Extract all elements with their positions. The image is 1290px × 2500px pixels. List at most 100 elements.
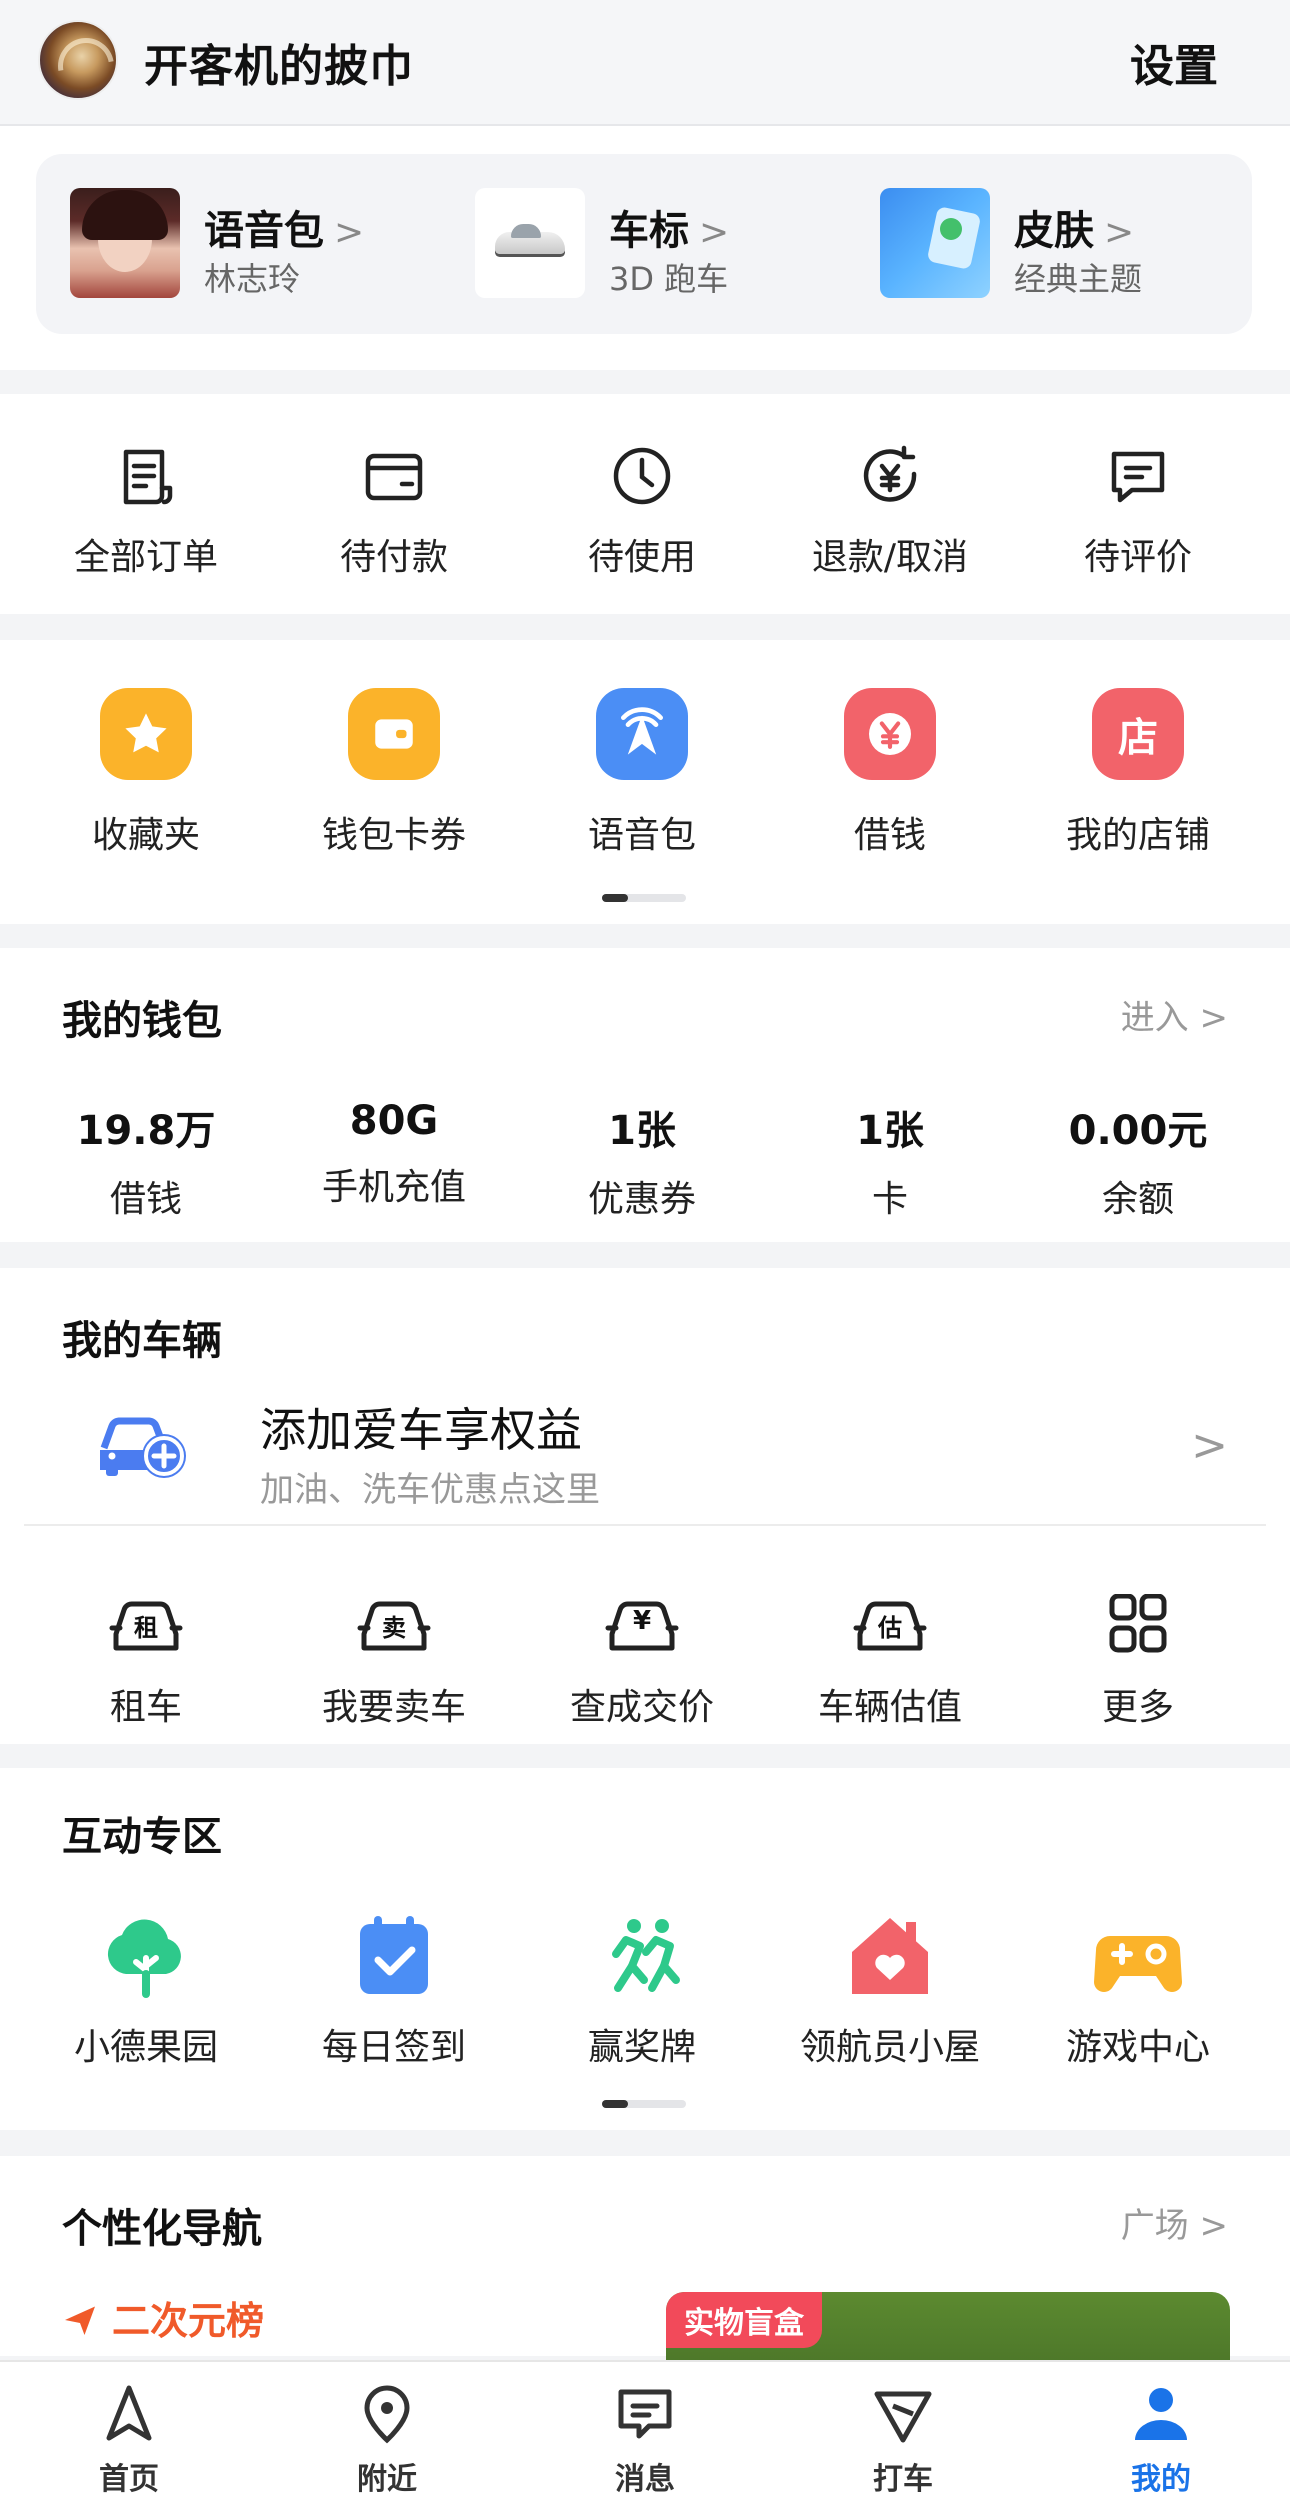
more-label: 更多 [1101, 1687, 1174, 1728]
wallet-card-label: 卡 [871, 1179, 908, 1220]
add-car-icon [94, 1404, 194, 1484]
favorites-label: 收藏夹 [91, 815, 200, 856]
daily-checkin-button[interactable]: 每日签到 [270, 1914, 518, 2070]
wallet-title: 我的钱包 [62, 998, 222, 1044]
tab-nearby[interactable]: 附近 [258, 2362, 516, 2500]
sell-car-button[interactable]: 卖 我要卖车 [270, 1594, 518, 1730]
order-unused-button[interactable]: 待使用 [518, 444, 766, 580]
wallet-topup-value: 80G [349, 1098, 439, 1144]
wallet-topup-item[interactable]: 80G 手机充值 [270, 1098, 518, 1222]
my-store-button[interactable]: 店 我的店铺 [1014, 688, 1262, 858]
wallet-coupon-item[interactable]: 1张 优惠券 [518, 1098, 766, 1222]
wallet-enter-link[interactable]: 进入 > [1121, 990, 1228, 1039]
anime-ranking-label: 二次元榜 [112, 2299, 265, 2343]
car-logo-title: 车标 [609, 208, 689, 254]
avatar[interactable] [38, 20, 118, 100]
wallet-card-value: 1张 [856, 1108, 924, 1154]
favorites-button[interactable]: 收藏夹 [22, 688, 270, 858]
chevron-right-icon: > [1199, 2206, 1229, 2246]
plaza-link[interactable]: 广场 > [1121, 2198, 1228, 2247]
plaza-label: 广场 [1120, 2206, 1189, 2246]
add-car-banner[interactable]: 添加爱车享权益 加油、洗车优惠点这里 > [24, 1376, 1266, 1526]
tab-messages[interactable]: 消息 [516, 2362, 774, 2500]
voice-pack-title: 语音包 [204, 208, 324, 254]
rent-car-glyph: 租 [134, 1614, 158, 1642]
vehicle-title: 我的车辆 [62, 1318, 222, 1364]
valuation-car-icon: 估 [852, 1594, 928, 1658]
add-car-title: 添加爱车享权益 [260, 1403, 582, 1457]
anime-ranking-entry[interactable]: 二次元榜 [62, 2290, 264, 2345]
add-car-subtitle: 加油、洗车优惠点这里 [260, 1470, 600, 1510]
personalization-card: 语音包 > 林志玲 车标 > 3D 跑车 皮肤 > 经典主题 [36, 154, 1252, 334]
car-logo-thumbnail [475, 188, 585, 298]
refund-icon [858, 444, 922, 508]
game-center-button[interactable]: 游戏中心 [1014, 1914, 1262, 2070]
location-pin-icon [355, 2382, 419, 2446]
wallet-loan-label: 借钱 [109, 1179, 182, 1220]
gamepad-icon [1090, 1914, 1186, 1998]
check-price-label: 查成交价 [569, 1687, 714, 1728]
voice-icon [596, 688, 688, 780]
tab-taxi[interactable]: 打车 [774, 2362, 1032, 2500]
win-medals-button[interactable]: 赢奖牌 [518, 1914, 766, 2070]
wallet-coupons-button[interactable]: 钱包卡券 [270, 688, 518, 858]
bottom-tab-bar: 首页 附近 消息 打车 我的 [0, 2360, 1290, 2500]
message-icon [613, 2382, 677, 2446]
tab-home[interactable]: 首页 [0, 2362, 258, 2500]
order-unpaid-button[interactable]: 待付款 [270, 444, 518, 580]
win-medals-label: 赢奖牌 [587, 2027, 696, 2068]
order-refund-button[interactable]: 退款/取消 [766, 444, 1014, 580]
sell-car-icon: 卖 [356, 1594, 432, 1658]
wallet-icon [348, 688, 440, 780]
skin-entry[interactable]: 皮肤 > 经典主题 [846, 188, 1246, 300]
calendar-check-icon [346, 1914, 442, 1998]
car-valuation-button[interactable]: 估 车辆估值 [766, 1594, 1014, 1730]
comment-icon [1106, 444, 1170, 508]
wallet-loan-value: 19.8万 [76, 1108, 216, 1154]
wallet-enter-label: 进入 [1120, 998, 1189, 1038]
order-all-button[interactable]: 全部订单 [22, 444, 270, 580]
order-refund-label: 退款/取消 [811, 537, 969, 578]
settings-button[interactable]: 设置 [1130, 30, 1218, 94]
wallet-balance-item[interactable]: 0.00元 余额 [1014, 1098, 1262, 1222]
rent-car-icon: 租 [108, 1594, 184, 1658]
check-price-button[interactable]: ¥ 查成交价 [518, 1594, 766, 1730]
borrow-money-label: 借钱 [853, 815, 926, 856]
voice-pack-button[interactable]: 语音包 [518, 688, 766, 858]
wallet-topup-label: 手机充值 [321, 1167, 466, 1208]
orders-section: 全部订单 待付款 待使用 退款/取消 待评价 [0, 394, 1290, 614]
more-button[interactable]: 更多 [1014, 1593, 1262, 1730]
orchard-button[interactable]: 小德果园 [22, 1914, 270, 2070]
rent-car-button[interactable]: 租 租车 [22, 1594, 270, 1730]
store-icon: 店 [1092, 688, 1184, 780]
borrow-money-button[interactable]: 借钱 [766, 688, 1014, 858]
interaction-title: 互动专区 [62, 1814, 222, 1860]
chevron-right-icon: > [1199, 998, 1229, 1038]
car-logo-entry[interactable]: 车标 > 3D 跑车 [441, 188, 841, 300]
send-arrow-icon [65, 2306, 95, 2335]
voice-pack-entry[interactable]: 语音包 > 林志玲 [36, 188, 436, 300]
personalized-nav-title: 个性化导航 [62, 2206, 262, 2252]
order-review-button[interactable]: 待评价 [1014, 444, 1262, 580]
skin-subtitle: 经典主题 [1014, 260, 1143, 298]
sell-car-glyph: 卖 [382, 1614, 406, 1642]
page-indicator [602, 2100, 686, 2108]
wallet-loan-item[interactable]: 19.8万 借钱 [22, 1098, 270, 1222]
my-store-label: 我的店铺 [1065, 815, 1210, 856]
username[interactable]: 开客机的披巾 [144, 30, 414, 94]
tab-home-label: 首页 [99, 2462, 159, 2497]
services-section: 收藏夹 钱包卡券 语音包 借钱 店 我的店铺 [0, 640, 1290, 924]
sell-car-label: 我要卖车 [321, 1687, 466, 1728]
chevron-right-icon: > [1191, 1420, 1228, 1471]
order-all-label: 全部订单 [73, 537, 218, 578]
tree-icon [98, 1914, 194, 1998]
navigator-house-button[interactable]: 领航员小屋 [766, 1914, 1014, 2070]
tab-mine[interactable]: 我的 [1032, 2362, 1290, 2500]
wallet-coupons-label: 钱包卡券 [321, 815, 466, 856]
skin-title: 皮肤 [1014, 208, 1094, 254]
skin-thumbnail [880, 188, 990, 298]
tab-mine-label: 我的 [1131, 2462, 1191, 2497]
price-car-icon: ¥ [604, 1594, 680, 1658]
taxi-flag-icon [871, 2382, 935, 2446]
wallet-card-item[interactable]: 1张 卡 [766, 1098, 1014, 1222]
